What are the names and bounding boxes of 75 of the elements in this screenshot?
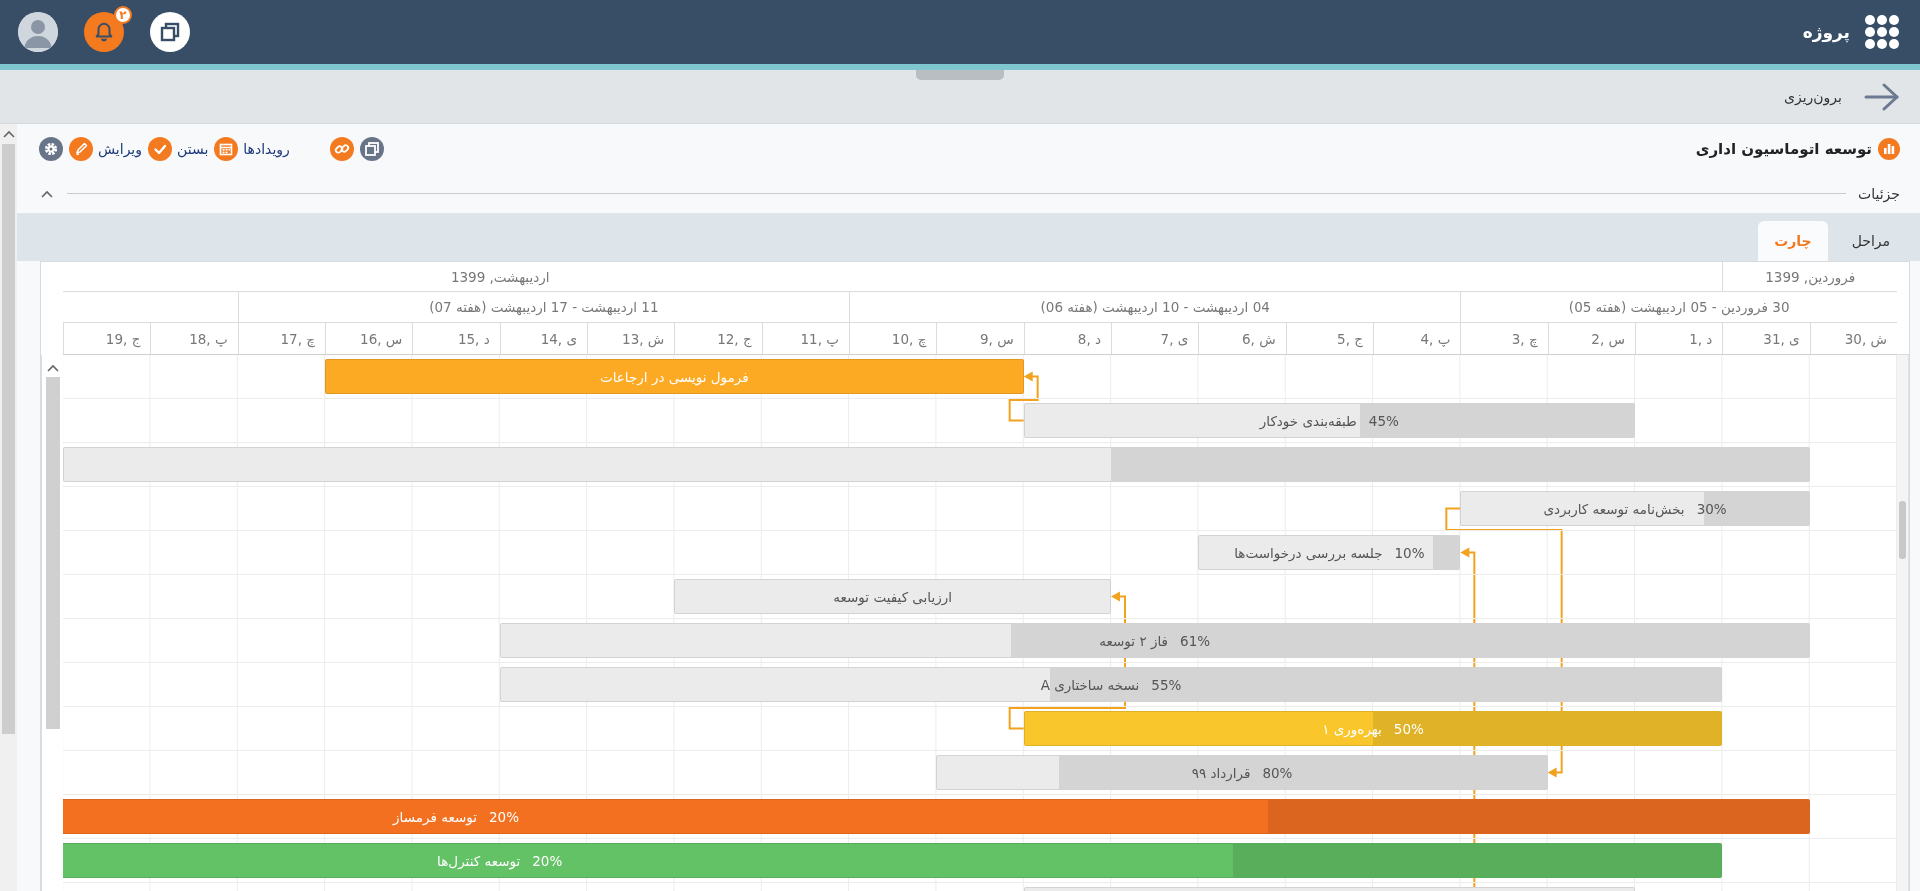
- notification-count: ۲: [114, 6, 132, 24]
- task-name: طبقه‌بندی خودکار: [1259, 412, 1357, 429]
- chevron-up-icon: [46, 364, 59, 372]
- day-header: 9, س: [936, 323, 1024, 354]
- link-button[interactable]: [329, 137, 354, 161]
- scrollbar-thumb[interactable]: [1899, 501, 1906, 559]
- task-name: فرمول نویسی در ارجاعات: [600, 368, 749, 385]
- back-arrow-icon[interactable]: [1864, 81, 1900, 112]
- details-label: جزئیات: [1858, 185, 1900, 202]
- panel-handle[interactable]: [916, 70, 1004, 80]
- task-name: بهره‌وری ۱: [1322, 720, 1382, 737]
- task-name: توسعه فرمساز: [393, 808, 477, 825]
- windows-icon: [159, 21, 181, 43]
- task-name: جلسه بررسی درخواست‌ها: [1234, 544, 1383, 561]
- week-header: 30 فروردین - 05 اردیبهشت (هفته 05): [1460, 292, 1897, 322]
- copy-button[interactable]: [359, 137, 384, 161]
- day-header: 12, ج: [674, 323, 762, 354]
- day-header: 31, ی: [1722, 323, 1810, 354]
- project-title: توسعه اتوماسیون اداری: [1695, 140, 1872, 158]
- export-label[interactable]: برون‌ریزی: [1784, 88, 1842, 105]
- day-header: 14, ی: [499, 323, 587, 354]
- edit-button[interactable]: ویرایش: [69, 137, 143, 161]
- day-header: 8, د: [1023, 323, 1111, 354]
- dependency-connector: [1008, 371, 1039, 422]
- task-bar[interactable]: ارزیابی کیفیت توسعه: [674, 579, 1111, 614]
- tab[interactable]: مراحل: [1835, 221, 1906, 261]
- day-header: 3, چ: [1460, 323, 1548, 354]
- chevron-up-icon: [2, 130, 15, 138]
- apps-grid-icon[interactable]: [1864, 14, 1900, 50]
- day-header: 1, د: [1635, 323, 1723, 354]
- day-header: 6, ش: [1198, 323, 1286, 354]
- task-percent: 80%: [1262, 764, 1293, 781]
- day-header: 16, س: [325, 323, 413, 354]
- user-avatar[interactable]: [18, 12, 58, 52]
- task-name: فاز ۲ توسعه: [1099, 632, 1169, 649]
- day-header: 11, پ: [761, 323, 849, 354]
- task-name: ارزیابی کیفیت توسعه: [833, 588, 953, 605]
- week-header: 11 اردیبهشت - 17 اردیبهشت (هفته 07): [237, 292, 849, 322]
- task-name: نسخه ساختاری A: [1040, 676, 1140, 693]
- events-button[interactable]: رویدادها: [214, 137, 290, 161]
- day-header: 13, ش: [587, 323, 675, 354]
- scrollbar-thumb[interactable]: [2, 144, 15, 734]
- day-header: 2, س: [1547, 323, 1635, 354]
- windows-button[interactable]: [150, 12, 190, 52]
- day-header: 15, د: [412, 323, 500, 354]
- task-name: قرارداد ۹۹: [1191, 764, 1251, 781]
- task-percent: 20%: [532, 852, 563, 869]
- copy-icon: [362, 140, 381, 158]
- day-header: 7, ی: [1111, 323, 1199, 354]
- task-percent: 30%: [1696, 500, 1727, 517]
- day-header: 17, چ: [237, 323, 325, 354]
- day-header: 18, پ: [150, 323, 238, 354]
- day-header: 30, ش: [1809, 323, 1897, 354]
- task-percent: 45%: [1368, 412, 1399, 429]
- task-percent: 20%: [488, 808, 519, 825]
- task-percent: 10%: [1394, 544, 1425, 561]
- scrollbar-thumb[interactable]: [45, 377, 60, 729]
- task-name: بخش‌نامه توسعه کاربردی: [1543, 500, 1685, 517]
- day-header: 5, ج: [1285, 323, 1373, 354]
- task-percent: 55%: [1151, 676, 1182, 693]
- day-header: 10, چ: [849, 323, 937, 354]
- month-header: فروردین, 1399: [1722, 262, 1897, 291]
- bell-icon: [93, 21, 115, 43]
- chevron-up-icon: [41, 189, 53, 198]
- task-percent: 50%: [1393, 720, 1424, 737]
- week-header: 04 اردیبهشت - 10 اردیبهشت (هفته 06): [849, 292, 1461, 322]
- chart-icon: [1878, 138, 1900, 160]
- task-percent: 61%: [1180, 632, 1211, 649]
- day-header: 4, پ: [1373, 323, 1461, 354]
- settings-button[interactable]: [39, 137, 63, 161]
- task-name: توسعه کنترل‌ها: [437, 852, 521, 869]
- app-title: پروژه: [1802, 22, 1850, 42]
- settings-icon: [42, 140, 60, 158]
- day-header: 19, ج: [63, 323, 151, 354]
- close-button[interactable]: بستن: [148, 137, 209, 161]
